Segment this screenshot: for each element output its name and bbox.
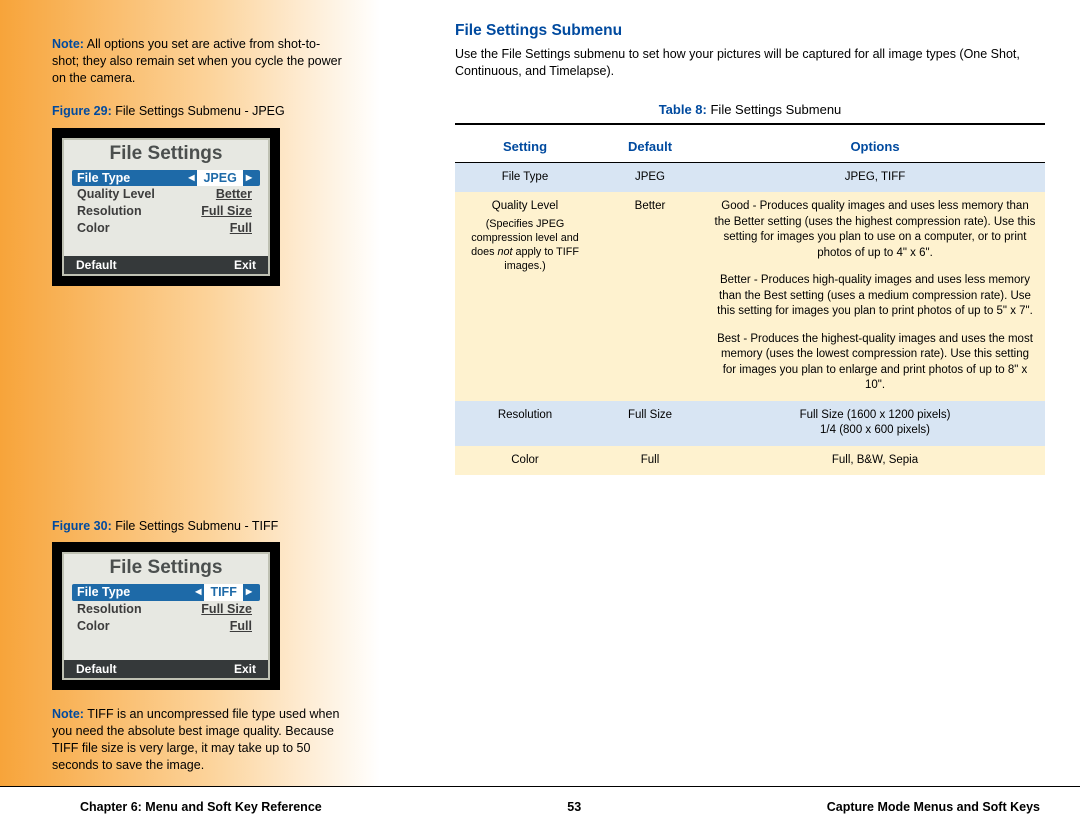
lcd-row-label: Quality Level bbox=[77, 186, 155, 203]
cell-setting: File Type bbox=[455, 162, 595, 192]
lcd-row-label: Resolution bbox=[77, 203, 142, 220]
cell-setting: Quality Level(Specifies JPEG compression… bbox=[455, 192, 595, 401]
lcd2-soft-right: Exit bbox=[234, 662, 256, 676]
cell-options: Full, B&W, Sepia bbox=[705, 446, 1045, 476]
lcd-row: Quality Level Better bbox=[72, 186, 260, 203]
th-options: Options bbox=[705, 133, 1045, 163]
table-row: File TypeJPEGJPEG, TIFF bbox=[455, 162, 1045, 192]
footer-left: Chapter 6: Menu and Soft Key Reference bbox=[80, 800, 322, 814]
table-row: Quality Level(Specifies JPEG compression… bbox=[455, 192, 1045, 401]
figure-29-caption: Figure 29: File Settings Submenu - JPEG bbox=[52, 103, 342, 120]
cell-setting: Resolution bbox=[455, 401, 595, 446]
th-setting: Setting bbox=[455, 133, 595, 163]
table-caption: Table 8: File Settings Submenu bbox=[455, 102, 1045, 117]
lcd-row: File Type◀JPEG▶ bbox=[72, 170, 260, 187]
note-label: Note: bbox=[52, 37, 84, 51]
lcd-row-value: Full bbox=[230, 618, 252, 635]
cell-options: Full Size (1600 x 1200 pixels)1/4 (800 x… bbox=[705, 401, 1045, 446]
lcd2-title: File Settings bbox=[64, 554, 268, 584]
section-heading: File Settings Submenu bbox=[455, 22, 1045, 40]
lcd-row: Resolution Full Size bbox=[72, 203, 260, 220]
lcd-row: Resolution Full Size bbox=[72, 601, 260, 618]
lcd1-title: File Settings bbox=[64, 140, 268, 170]
lcd-row-value: JPEG bbox=[197, 170, 242, 187]
cell-default: Full Size bbox=[595, 401, 705, 446]
lcd-row-value: Full Size bbox=[201, 601, 252, 618]
lcd-row-label: File Type bbox=[77, 584, 130, 601]
table-divider bbox=[455, 123, 1045, 125]
lcd-row-value: Full Size bbox=[201, 203, 252, 220]
lcd1-soft-right: Exit bbox=[234, 258, 256, 272]
settings-table: Setting Default Options File TypeJPEGJPE… bbox=[455, 133, 1045, 476]
page-footer: Chapter 6: Menu and Soft Key Reference 5… bbox=[0, 786, 1080, 820]
page-body: Note: All options you set are active fro… bbox=[0, 0, 1080, 786]
lcd2-soft-left: Default bbox=[76, 662, 117, 676]
lcd-row: File Type◀TIFF▶ bbox=[72, 584, 260, 601]
cell-default: JPEG bbox=[595, 162, 705, 192]
cell-options: Good - Produces quality images and uses … bbox=[705, 192, 1045, 401]
lcd-row: Color Full bbox=[72, 220, 260, 237]
lcd-row-value: TIFF bbox=[204, 584, 242, 601]
lcd-row-label: Resolution bbox=[77, 601, 142, 618]
lcd-row-label: File Type bbox=[77, 170, 130, 187]
lcd-figure-30: File Settings File Type◀TIFF▶ResolutionF… bbox=[52, 542, 280, 690]
lcd-row-label: Color bbox=[77, 618, 110, 635]
lcd1-soft-left: Default bbox=[76, 258, 117, 272]
table-row: ResolutionFull SizeFull Size (1600 x 120… bbox=[455, 401, 1045, 446]
footer-page-number: 53 bbox=[567, 800, 581, 814]
lcd-row-label: Color bbox=[77, 220, 110, 237]
cell-options: JPEG, TIFF bbox=[705, 162, 1045, 192]
note-1: Note: All options you set are active fro… bbox=[52, 36, 342, 87]
cell-default: Better bbox=[595, 192, 705, 401]
th-default: Default bbox=[595, 133, 705, 163]
cell-default: Full bbox=[595, 446, 705, 476]
section-intro: Use the File Settings submenu to set how… bbox=[455, 46, 1045, 80]
lcd-figure-29: File Settings File Type◀JPEG▶Quality Lev… bbox=[52, 128, 280, 286]
sidebar: Note: All options you set are active fro… bbox=[0, 0, 380, 786]
figure-30-caption: Figure 30: File Settings Submenu - TIFF bbox=[52, 518, 342, 535]
footer-right: Capture Mode Menus and Soft Keys bbox=[827, 800, 1040, 814]
main-column: File Settings Submenu Use the File Setti… bbox=[380, 0, 1080, 786]
lcd-row: Color Full bbox=[72, 618, 260, 635]
note-text: All options you set are active from shot… bbox=[52, 37, 342, 85]
note-2: Note: TIFF is an uncompressed file type … bbox=[52, 706, 342, 774]
table-row: ColorFullFull, B&W, Sepia bbox=[455, 446, 1045, 476]
cell-setting: Color bbox=[455, 446, 595, 476]
lcd-row-value: Better bbox=[216, 186, 252, 203]
lcd-row-value: Full bbox=[230, 220, 252, 237]
